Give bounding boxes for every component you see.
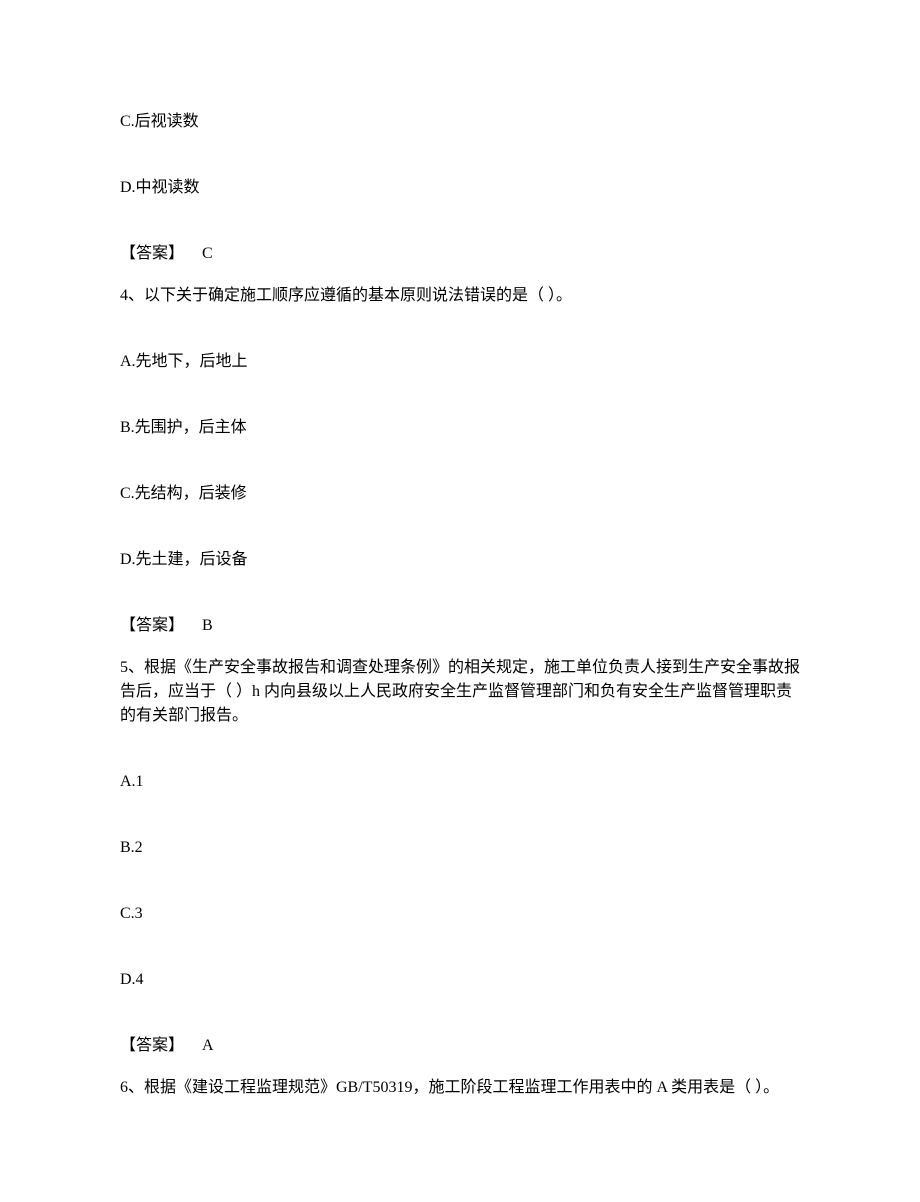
q5-option-d: D.4 (120, 968, 800, 992)
answer-value: A (202, 1037, 214, 1054)
answer-block: 【答案】 C (120, 242, 800, 266)
question-5-stem: 5、根据《生产安全事故报告和调查处理条例》的相关规定，施工单位负责人接到生产安全… (120, 656, 800, 728)
answer-value: C (202, 245, 213, 262)
answer-block-q5: 【答案】 A (120, 1034, 800, 1058)
q5-option-c: C.3 (120, 902, 800, 926)
q5-option-b: B.2 (120, 836, 800, 860)
document-page: C.后视读数 D.中视读数 【答案】 C 4、以下关于确定施工顺序应遵循的基本原… (0, 0, 920, 1202)
option-c: C.后视读数 (120, 110, 800, 134)
question-4-stem: 4、以下关于确定施工顺序应遵循的基本原则说法错误的是（ ）。 (120, 284, 800, 308)
answer-block-q4: 【答案】 B (120, 614, 800, 638)
q4-option-b: B.先围护，后主体 (120, 416, 800, 440)
option-d: D.中视读数 (120, 176, 800, 200)
q4-option-c: C.先结构，后装修 (120, 482, 800, 506)
answer-label: 【答案】 (120, 617, 184, 634)
q4-option-a: A.先地下，后地上 (120, 350, 800, 374)
answer-label: 【答案】 (120, 1037, 184, 1054)
q5-option-a: A.1 (120, 770, 800, 794)
answer-value: B (202, 617, 213, 634)
answer-label: 【答案】 (120, 245, 184, 262)
question-6-stem: 6、根据《建设工程监理规范》GB/T50319，施工阶段工程监理工作用表中的 A… (120, 1076, 800, 1100)
q4-option-d: D.先土建，后设备 (120, 548, 800, 572)
